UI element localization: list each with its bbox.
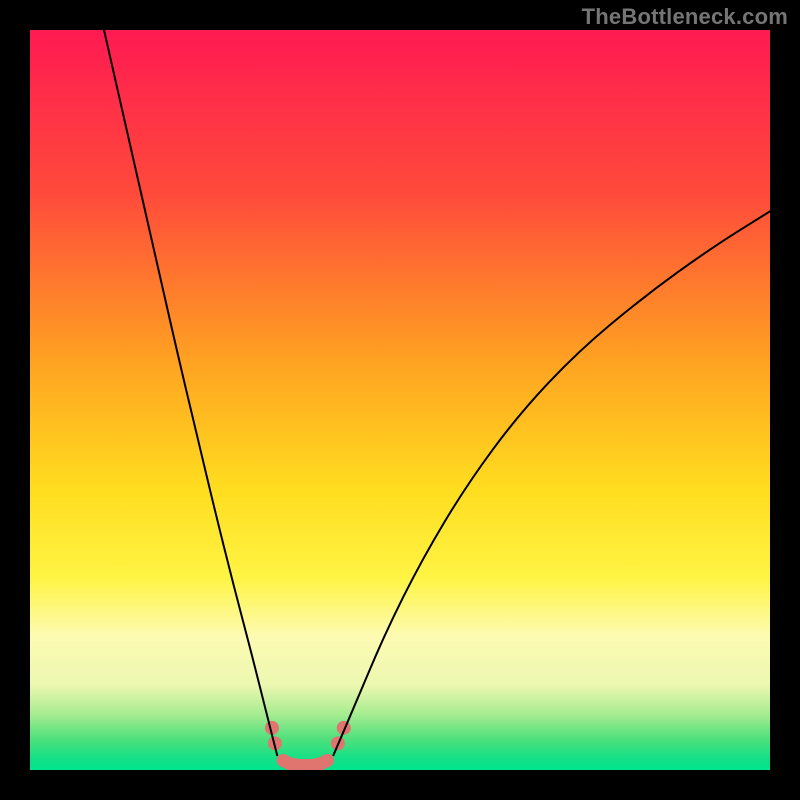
outer-frame: TheBottleneck.com <box>0 0 800 800</box>
chart-area <box>30 30 770 770</box>
chart-svg <box>30 30 770 770</box>
series-valley-floor <box>283 760 327 765</box>
watermark-text: TheBottleneck.com <box>582 4 788 30</box>
gradient-background <box>30 30 770 770</box>
